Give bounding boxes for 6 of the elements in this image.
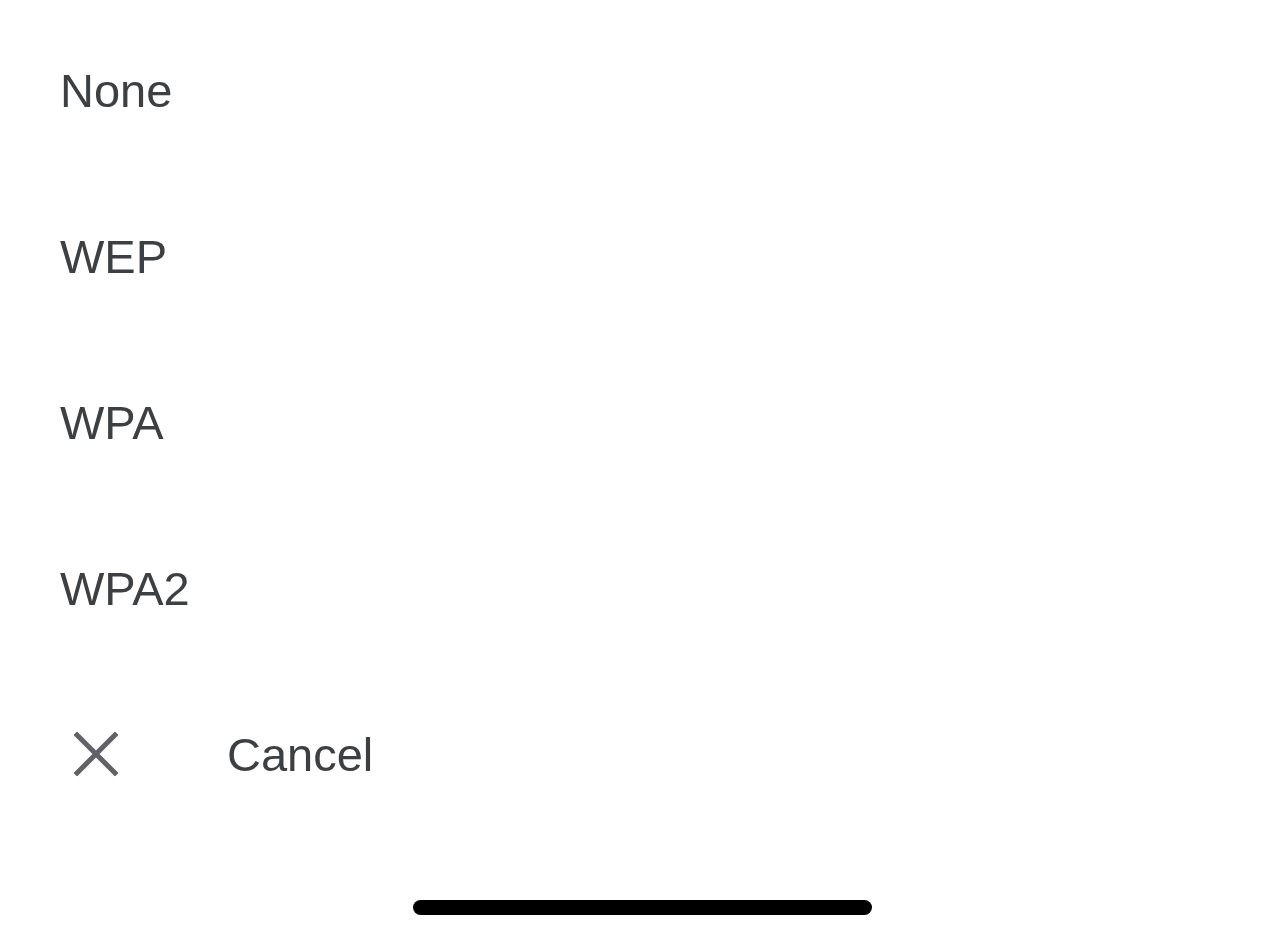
menu-option[interactable]: WEP: [60, 232, 168, 280]
menu-option[interactable]: WPA2: [60, 564, 190, 612]
close-icon: [74, 732, 118, 776]
menu-option[interactable]: None: [60, 66, 173, 114]
menu-option[interactable]: WPA: [60, 398, 164, 446]
cancel-button[interactable]: Cancel: [74, 730, 374, 778]
